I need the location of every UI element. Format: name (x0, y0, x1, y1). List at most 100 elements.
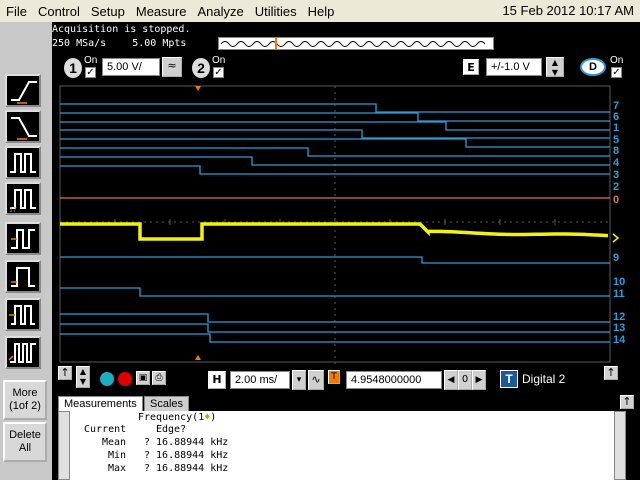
rising-edge-trigger-button[interactable] (5, 74, 41, 107)
printer-icon: ⎙ (155, 373, 163, 383)
setup-hold-trigger-button[interactable] (5, 222, 41, 255)
right-scrollbar[interactable] (614, 411, 626, 480)
channel-2-badge[interactable]: 2 (192, 58, 210, 78)
digital-channel-label: 13 (613, 322, 626, 334)
row-current-label: Current (84, 424, 127, 435)
menu-setup[interactable]: Setup (85, 4, 130, 19)
timebase-field[interactable]: 2.00 ms/ (230, 371, 290, 389)
pattern-trigger-button[interactable]: 17 (5, 182, 41, 215)
delete-all-button[interactable]: Delete All (3, 422, 47, 462)
digital-channel-label: 11 (613, 288, 625, 300)
timeout-icon (11, 267, 35, 287)
chevron-down-icon: ▾ (296, 375, 302, 385)
delay-left-button[interactable]: ◀ (444, 370, 458, 390)
acquisition-status: Acquisition is stopped. (52, 24, 191, 35)
measurement-header: Frequency(1♦) (138, 412, 216, 423)
measurement-name: Frequency(1 (138, 412, 205, 423)
menu-measure[interactable]: Measure (130, 4, 192, 19)
pulse-width-trigger-button[interactable] (5, 146, 41, 179)
channel-2-on-checkbox[interactable]: ✓ (213, 67, 224, 78)
traces (60, 103, 610, 343)
left-scrollbar[interactable] (58, 411, 70, 480)
page-label: (1of 2) (9, 400, 41, 412)
channel-controls: 1 On ✓ 5.00 V/ ≈ 2 On ✓ E +/-1.0 V ▲ ▼ D … (52, 52, 640, 82)
digital-channels-icon[interactable]: D (580, 58, 606, 76)
falling-edge-trigger-button[interactable] (5, 110, 41, 143)
delay-field[interactable]: 4.9548000000 ms (346, 371, 442, 398)
digital-channel-label: 8 (613, 145, 620, 157)
channel-1-badge[interactable]: 1 (64, 58, 82, 78)
print-button[interactable]: ⎙ (152, 371, 166, 385)
measurement-subheader: Edge? (156, 424, 187, 435)
scroll-spinner[interactable]: ▲ ▼ (76, 366, 90, 388)
timebase-spinner[interactable]: ▾ (292, 370, 306, 390)
digital-channel-label: 4 (613, 157, 620, 169)
tab-measurements[interactable]: Measurements (58, 396, 143, 412)
trigger-level-field[interactable]: +/-1.0 V (486, 58, 542, 76)
delay-zero-button[interactable]: 0 (458, 370, 472, 390)
date-time: 15 Feb 2012 10:17 AM (502, 3, 634, 18)
analog-ground-marker (612, 233, 620, 243)
menu-utilities[interactable]: Utilities (249, 4, 302, 19)
analog-trace-ch1 (60, 222, 609, 241)
digital-channel-label: 1 (613, 122, 620, 134)
memory-depth: 5.00 Mpts (132, 38, 187, 49)
trigger-source[interactable]: Digital 2 (522, 372, 565, 386)
digital-on-label: On (610, 55, 624, 66)
scroll-up-button[interactable]: ↑ (58, 366, 72, 380)
trigger-level-spinner[interactable]: ▲ ▼ (546, 57, 564, 77)
menu-items: File Control Setup Measure Analyze Utili… (0, 4, 339, 19)
channel-1-coupling-button[interactable]: ≈ (162, 57, 182, 77)
channel-1-scale-field[interactable]: 5.00 V/ (102, 58, 160, 76)
transition-trigger-button[interactable] (5, 298, 41, 331)
horizontal-label: H (208, 371, 226, 389)
waveform-overview[interactable] (218, 37, 494, 50)
more-button[interactable]: More (1of 2) (3, 380, 47, 420)
panel-pin-button[interactable]: ↑ (620, 395, 634, 409)
image-icon: ▣ (138, 373, 148, 383)
delay-right-button[interactable]: ▶ (472, 370, 486, 390)
menu-analyze[interactable]: Analyze (191, 4, 248, 19)
pin-button[interactable]: ↑ (604, 366, 618, 380)
digital-channel-label: 3 (613, 169, 620, 181)
menu-control[interactable]: Control (32, 4, 85, 19)
measurements-panel: Measurements Scales ↑ Frequency(1♦) Edge… (52, 395, 640, 480)
sample-rate: 250 MSa/s 5.00 Mpts (52, 38, 186, 49)
channel-1-on-checkbox[interactable]: ✓ (85, 67, 96, 78)
waveform-display[interactable] (52, 82, 640, 364)
run-button[interactable] (100, 372, 114, 386)
digital-channel-label: 0 (613, 194, 620, 206)
row-min-label: Min (108, 450, 127, 461)
delay-label: T (328, 370, 340, 384)
stop-button[interactable] (118, 372, 132, 386)
digital-channel-label: 10 (613, 276, 626, 288)
timeout-trigger-button[interactable] (5, 260, 41, 293)
horizontal-controls: ↑ ▲ ▼ ▣ ⎙ H 2.00 ms/ ▾ ∿ T 4.9548000000 m… (52, 364, 640, 398)
digital-channel-label: 14 (613, 334, 626, 346)
rising-edge-icon (11, 81, 37, 104)
digital-channel-label: 9 (613, 252, 620, 264)
more-label: More (12, 387, 38, 399)
menu-file[interactable]: File (0, 4, 32, 19)
ac-coupling-icon: ≈ (167, 59, 177, 72)
status-area: Acquisition is stopped. 250 MSa/s 5.00 M… (52, 22, 640, 52)
digital-on-checkbox[interactable]: ✓ (611, 67, 622, 78)
svg-text:17: 17 (9, 207, 17, 213)
nth-edge-trigger-button[interactable] (5, 336, 41, 369)
nth-edge-icon (8, 343, 36, 363)
tab-scales[interactable]: Scales (144, 396, 190, 412)
digital-channel-label: 2 (613, 181, 620, 193)
menu-help[interactable]: Help (302, 4, 340, 19)
timebase-knob[interactable]: ∿ (308, 370, 324, 390)
trigger-level-label: E (463, 59, 479, 75)
menu-bar: File Control Setup Measure Analyze Utili… (0, 0, 640, 22)
trigger-position-marker-bottom (195, 355, 201, 360)
pulse-icon (10, 153, 36, 173)
zoom-wave-icon: ∿ (311, 373, 321, 386)
setup-hold-icon (11, 229, 35, 249)
channel-2-on-label: On (212, 55, 226, 66)
all-label: All (18, 442, 32, 454)
measurements-table: Frequency(1♦) Edge? Current Mean ? 16.88… (58, 411, 626, 480)
left-toolbar: 17 More (1of 2) Delete All (0, 22, 52, 480)
autoscale-button[interactable]: ▣ (136, 371, 150, 385)
